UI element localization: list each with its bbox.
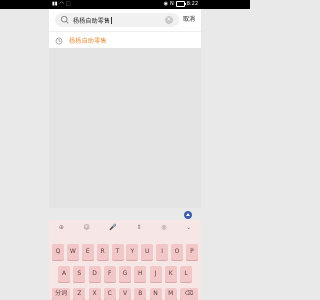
suggestion-item[interactable]: 杨杨自助零售 [49, 31, 201, 49]
key-s[interactable]: S [73, 266, 86, 282]
keyboard-row-2: A S D F G H J K L [52, 266, 198, 282]
key-u[interactable]: U [141, 244, 154, 260]
clock-icon [55, 37, 63, 44]
key-e[interactable]: E [81, 244, 94, 260]
cancel-button[interactable]: 取消 [183, 14, 195, 23]
key-q[interactable]: Q [52, 244, 64, 260]
key-z[interactable]: Z [73, 288, 86, 300]
time-text: 8:22 [186, 1, 198, 7]
key-i[interactable]: I [156, 244, 169, 260]
signal-icon: ▮▮ [52, 1, 58, 7]
keyboard: ⊕ ☺ 🎤 ⇕ ◎ ⌄ Q W E R T Y U I O P A S D F … [49, 220, 201, 300]
key-n[interactable]: N [149, 288, 162, 300]
key-l[interactable]: L [180, 266, 192, 282]
key-b[interactable]: B [134, 288, 147, 300]
key-m[interactable]: M [164, 288, 177, 300]
nfc-icon: N [170, 1, 174, 7]
clear-button[interactable]: × [165, 16, 173, 24]
key-k[interactable]: K [164, 266, 177, 282]
keyboard-settings-icon[interactable]: ◎ [161, 224, 166, 231]
search-query: 杨杨自助零售 [73, 17, 111, 25]
key-t[interactable]: T [111, 244, 124, 260]
cursor-move-icon[interactable]: ⇕ [137, 224, 142, 231]
key-f[interactable]: F [103, 266, 116, 282]
mic-icon[interactable]: 🎤 [109, 224, 116, 231]
suggestion-text: 杨杨自助零售 [69, 38, 107, 45]
keyboard-logo-icon [184, 211, 192, 219]
key-a[interactable]: A [58, 266, 70, 282]
search-icon [60, 15, 69, 24]
backspace-key[interactable]: ⌫ [180, 288, 198, 300]
key-o[interactable]: O [171, 244, 183, 260]
keyboard-toolbar: ⊕ ☺ 🎤 ⇕ ◎ ⌄ [49, 220, 201, 234]
key-w[interactable]: W [66, 244, 79, 260]
key-segment[interactable]: 分词 [52, 288, 70, 300]
eye-icon: ◉ [163, 1, 169, 7]
emoji-icon[interactable]: ☺ [83, 224, 89, 231]
battery-icon [175, 1, 186, 7]
search-input[interactable]: 杨杨自助零售 × [55, 13, 179, 27]
keyboard-row-1: Q W E R T Y U I O P [52, 244, 198, 260]
key-d[interactable]: D [88, 266, 101, 282]
results-area [49, 48, 201, 208]
key-r[interactable]: R [96, 244, 109, 260]
key-g[interactable]: G [119, 266, 131, 282]
hd-icon: ⬚ [65, 1, 71, 7]
key-v[interactable]: V [119, 288, 131, 300]
key-p[interactable]: P [185, 244, 198, 260]
key-y[interactable]: Y [126, 244, 139, 260]
search-header: 杨杨自助零售 × 取消 [49, 9, 201, 31]
key-x[interactable]: X [88, 288, 101, 300]
key-h[interactable]: H [134, 266, 147, 282]
key-c[interactable]: C [103, 288, 116, 300]
key-j[interactable]: J [149, 266, 162, 282]
text-cursor [111, 16, 113, 24]
keyboard-row-3: 分词 Z X C V B N M ⌫ [52, 288, 198, 300]
status-bar: ▮▮ ◠ ⬚ ◉ N 8:22 [0, 0, 250, 9]
keyboard-add-icon[interactable]: ⊕ [59, 224, 64, 231]
collapse-keyboard-icon[interactable]: ⌄ [186, 224, 191, 231]
wifi-icon: ◠ [59, 1, 64, 7]
